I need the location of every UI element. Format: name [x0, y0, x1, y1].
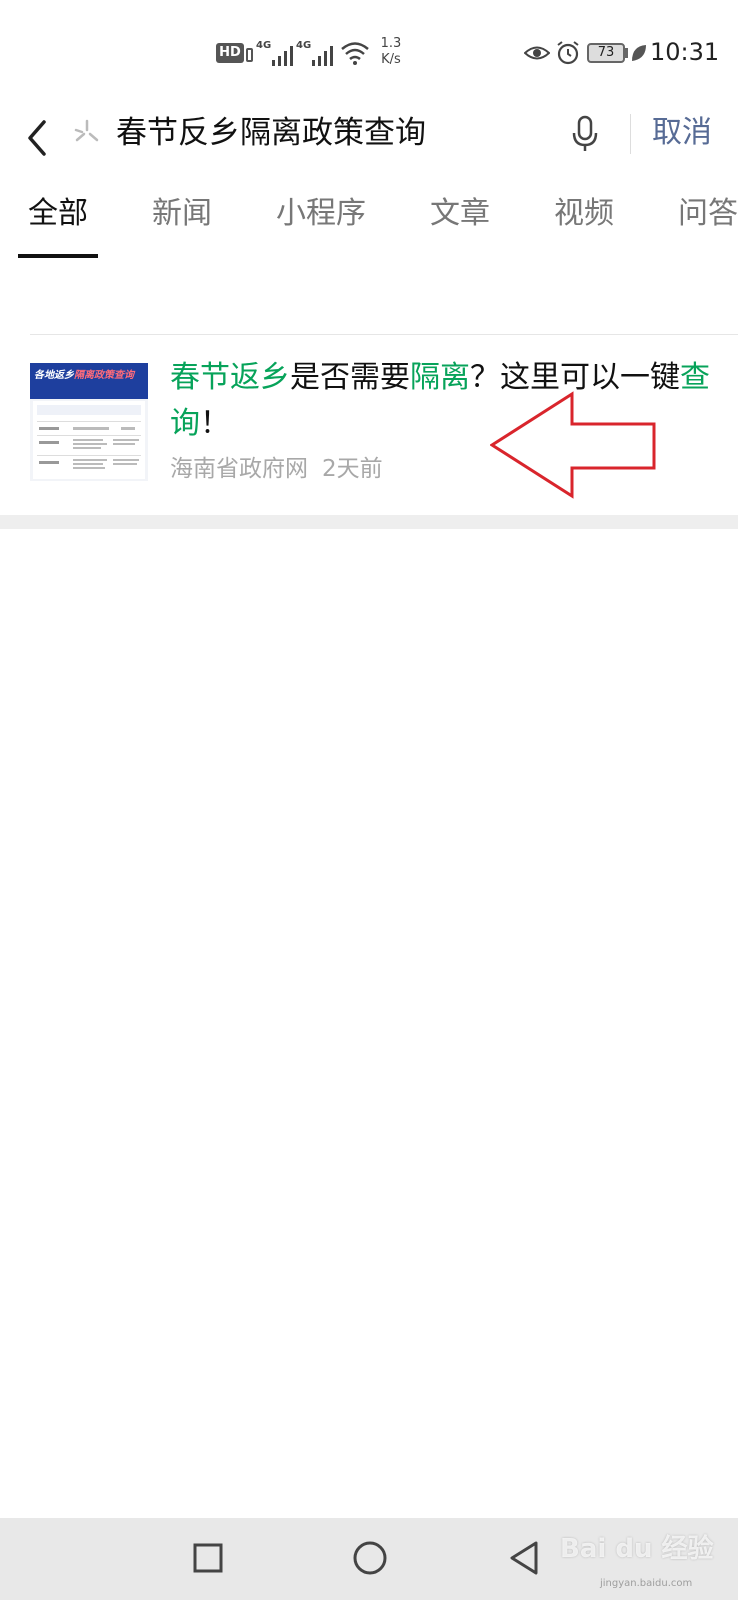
tab-qa[interactable]: 问答	[678, 194, 738, 234]
tab-videos[interactable]: 视频	[554, 194, 614, 234]
search-sparkle-icon	[74, 119, 99, 142]
title-part: 是否需要	[290, 360, 410, 395]
hd-call-icon	[246, 48, 253, 62]
result-source: 海南省政府网	[170, 456, 308, 482]
eye-icon	[524, 46, 550, 60]
clock: 10:31	[650, 38, 720, 66]
title-part: 隔离	[410, 360, 470, 395]
search-bar: 春节反乡隔离政策查询 取消	[0, 100, 738, 177]
thumbnail-title-b: 隔离政策查询	[74, 370, 134, 381]
wifi-icon	[341, 42, 369, 65]
tab-all[interactable]: 全部	[28, 194, 88, 234]
battery-tip	[625, 48, 628, 58]
microphone-icon[interactable]	[570, 114, 600, 154]
signal-2: 4G	[296, 40, 340, 66]
back-triangle-icon[interactable]	[504, 1536, 548, 1580]
tab-news[interactable]: 新闻	[152, 194, 212, 234]
recent-apps-square-icon[interactable]	[186, 1536, 230, 1580]
signal-1: 4G	[256, 40, 300, 66]
card-separator	[0, 515, 738, 529]
tab-articles[interactable]: 文章	[430, 194, 490, 234]
thumbnail-banner: 各地返乡隔离政策查询	[30, 363, 148, 399]
spacer	[0, 258, 738, 328]
watermark-logo: Bai du 经验	[560, 1534, 714, 1564]
hd-badge: HD	[216, 43, 244, 63]
result-thumbnail: 各地返乡隔离政策查询	[30, 363, 148, 481]
signal-bars-icon	[272, 46, 293, 66]
back-arrow-icon[interactable]	[20, 114, 54, 162]
search-divider	[630, 114, 631, 154]
speed-unit: K/s	[381, 52, 401, 67]
network-speed: 1.3 K/s	[376, 36, 406, 68]
thumbnail-title-a: 各地返乡	[34, 370, 74, 381]
leaf-icon	[632, 45, 646, 61]
search-input[interactable]: 春节反乡隔离政策查询	[116, 112, 426, 154]
category-tabs: 全部 新闻 小程序 文章 视频 问答	[0, 176, 738, 259]
network-type-1: 4G	[256, 40, 272, 51]
thumbnail-title: 各地返乡隔离政策查询	[34, 366, 134, 381]
page: HD 4G 4G 1.3 K/s 73 10:31 春节反乡隔离政策查询 取消 …	[0, 0, 738, 1600]
alarm-icon	[557, 41, 579, 65]
home-circle-icon[interactable]	[348, 1536, 392, 1580]
cancel-button[interactable]: 取消	[652, 112, 712, 154]
status-bar: HD 4G 4G 1.3 K/s 73 10:31	[0, 0, 738, 100]
battery-indicator: 73	[587, 43, 625, 63]
network-type-2: 4G	[296, 40, 312, 51]
title-part: 春节返乡	[170, 360, 290, 395]
annotation-arrow-icon	[490, 391, 656, 499]
signal-bars-icon	[312, 46, 333, 66]
result-time: 2天前	[322, 456, 383, 482]
thumbnail-table-graphic	[33, 401, 145, 479]
result-meta: 海南省政府网 2天前	[170, 449, 383, 483]
title-part: ！	[200, 406, 230, 441]
speed-value: 1.3	[380, 36, 402, 51]
tab-mini-program[interactable]: 小程序	[276, 194, 366, 234]
watermark-url: jingyan.baidu.com	[600, 1578, 693, 1589]
